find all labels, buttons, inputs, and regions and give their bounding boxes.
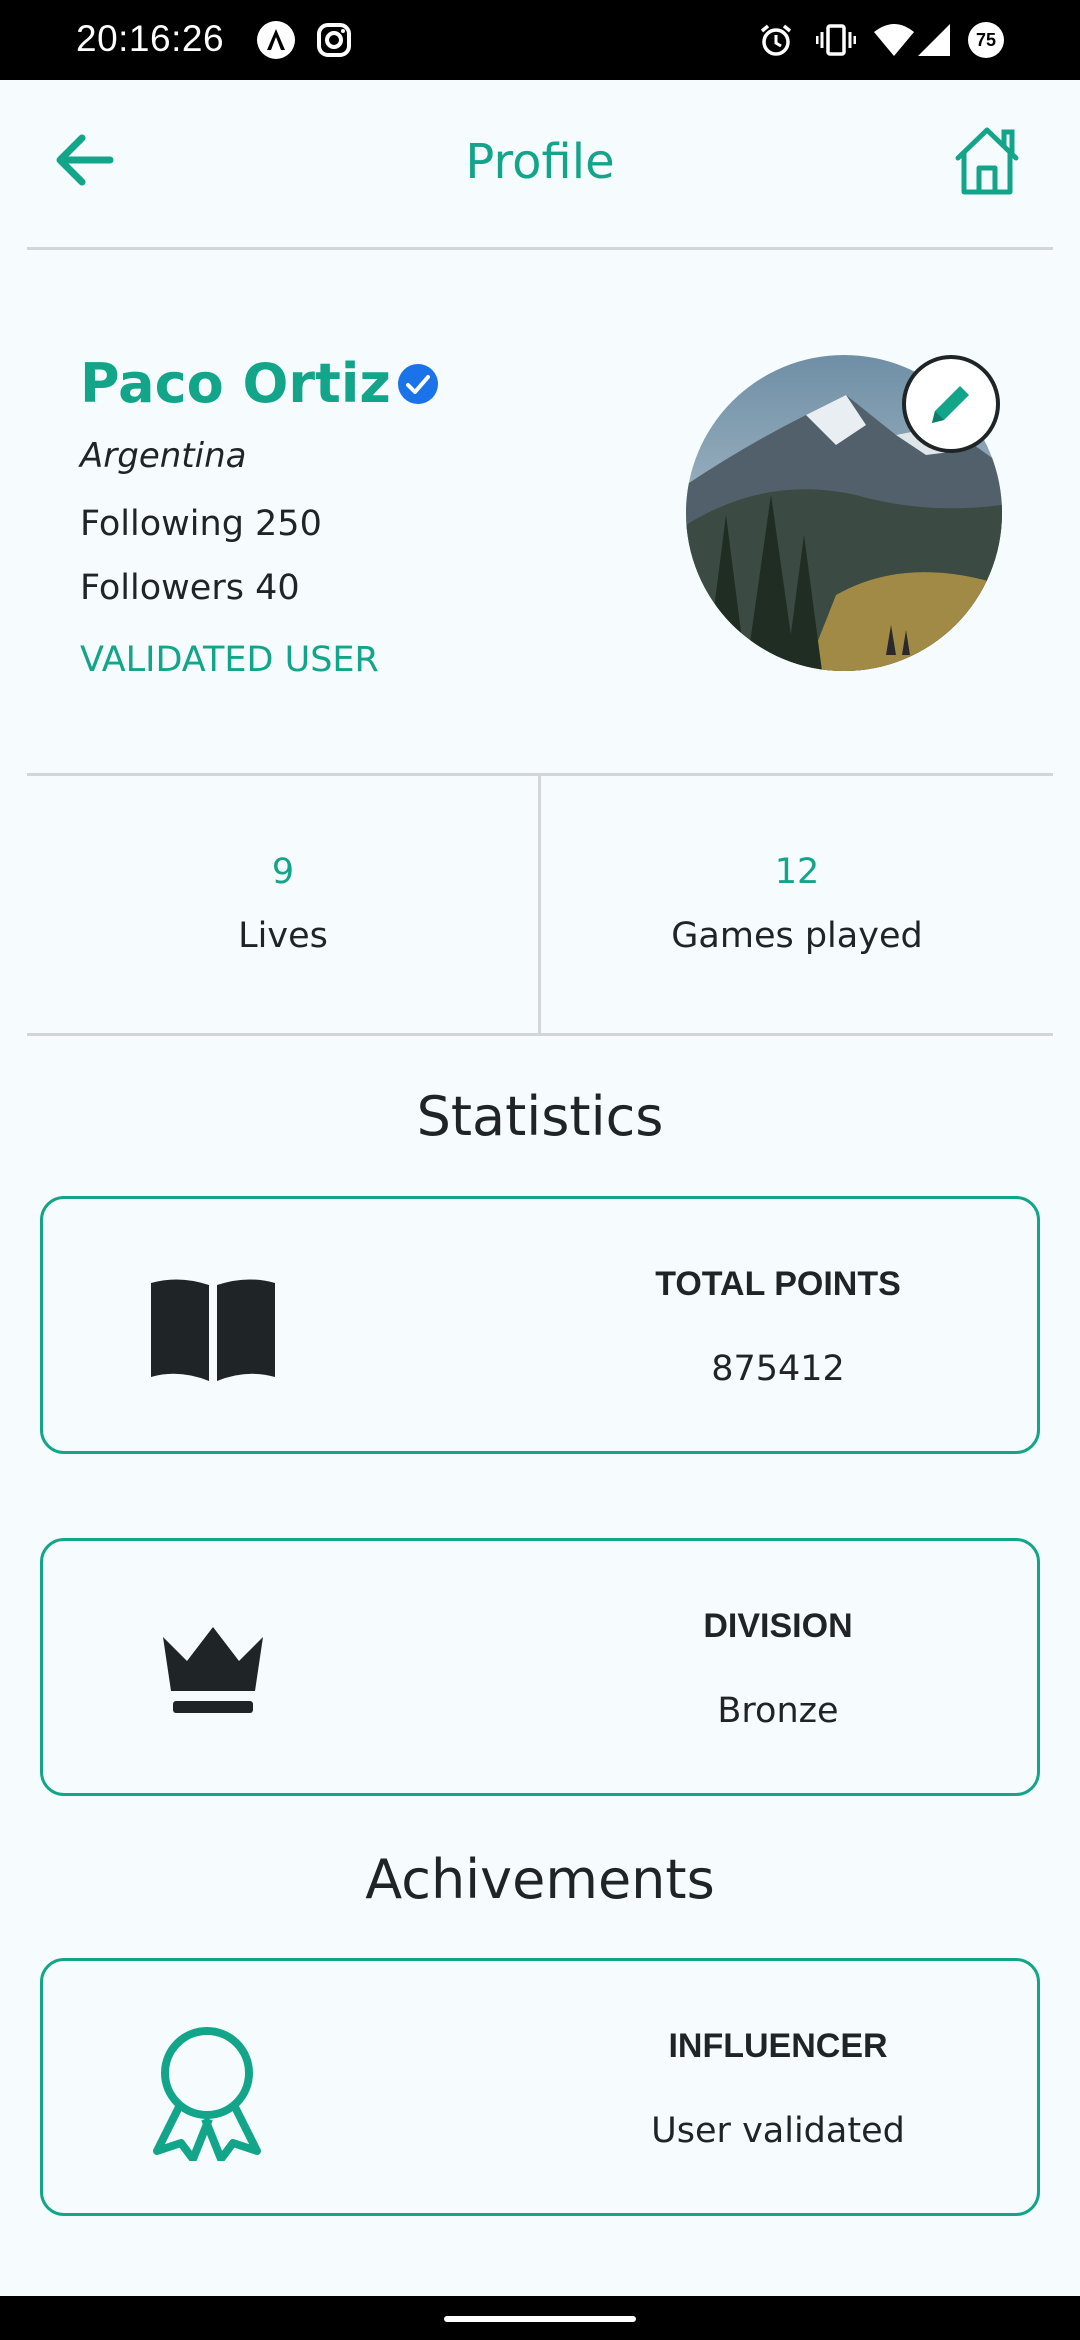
following-count[interactable]: Following 250 [80,504,322,544]
total-points-title: TOTAL POINTS [655,1265,901,1303]
home-gesture-handle[interactable] [444,2316,636,2322]
battery-icon: 75 [968,22,1004,58]
lives-label: Lives [238,916,328,956]
vibrate-icon [816,20,856,60]
page-title: Profile [465,134,615,190]
profile-name: Paco Ortiz [80,352,391,415]
status-time: 20:16:26 [76,18,225,59]
games-played-value: 12 [774,852,820,892]
influencer-title: INFLUENCER [668,2027,888,2065]
division-value: Bronze [717,1691,839,1731]
profile-country: Argentina [80,436,247,476]
followers-count[interactable]: Followers 40 [80,568,300,608]
system-navigation-bar [0,2296,1080,2340]
profile-name-row: Paco Ortiz [80,352,439,415]
games-played-label: Games played [671,916,923,956]
app-a-icon [256,20,296,60]
influencer-card: INFLUENCER User validated [40,1958,1040,2216]
division-title: DIVISION [703,1607,853,1645]
home-button[interactable] [952,124,1022,198]
counts-divider [27,1033,1053,1036]
division-card: DIVISION Bronze [40,1538,1040,1796]
influencer-value: User validated [651,2111,905,2151]
profile-counts: 9 Lives 12 Games played [27,774,1053,1034]
lives-value: 9 [271,852,295,892]
header-divider [27,247,1053,250]
book-icon [143,1269,283,1389]
edit-profile-button[interactable] [902,355,1000,453]
status-bar: 20:16:26 75 [0,0,1080,80]
instagram-icon [316,20,352,60]
lives-stat: 9 Lives [27,774,539,1034]
award-ribbon-icon [143,2023,283,2163]
wifi-icon [874,20,914,60]
statistics-heading: Statistics [416,1085,664,1148]
status-badge: VALIDATED USER [80,640,379,680]
signal-icon [916,20,952,60]
verified-badge-icon [397,363,438,404]
pencil-icon [932,386,969,423]
crown-icon [143,1611,283,1731]
alarm-icon [758,20,794,60]
app-header: Profile [0,80,1080,248]
home-icon [955,127,1019,195]
total-points-value: 875412 [711,1349,845,1389]
games-played-stat: 12 Games played [541,774,1053,1034]
achievements-heading: Achivements [365,1848,715,1911]
total-points-card: TOTAL POINTS 875412 [40,1196,1040,1454]
